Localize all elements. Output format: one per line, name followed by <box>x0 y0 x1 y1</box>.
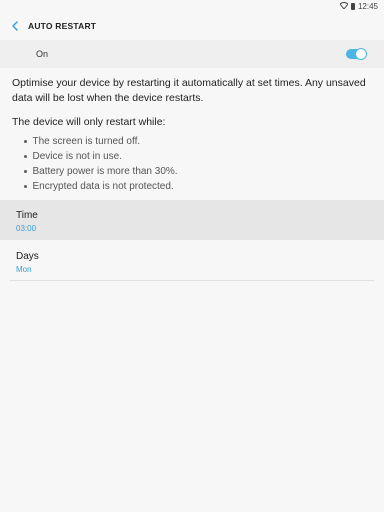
bullet-icon <box>24 155 27 158</box>
wifi-icon <box>339 1 349 11</box>
conditions-list: The screen is turned off. Device is not … <box>24 134 178 194</box>
master-switch-toggle[interactable] <box>346 48 367 60</box>
days-setting-label: Days <box>16 251 39 262</box>
divider <box>10 280 374 281</box>
master-switch-row[interactable]: On <box>0 40 384 68</box>
list-item: Device is not in use. <box>24 149 178 164</box>
bullet-icon <box>24 170 27 173</box>
master-switch-label: On <box>36 49 49 59</box>
list-item: The screen is turned off. <box>24 134 178 149</box>
condition-text: The screen is turned off. <box>32 136 141 147</box>
chevron-left-icon <box>12 21 18 31</box>
conditions-heading: The device will only restart while: <box>12 116 166 128</box>
time-setting[interactable]: Time 03:00 <box>0 200 384 240</box>
status-bar: 12:45 <box>0 0 384 12</box>
days-setting-value: Mon <box>16 265 32 274</box>
description-text: Optimise your device by restarting it au… <box>12 77 366 104</box>
page-title: AUTO RESTART <box>28 21 97 31</box>
condition-text: Encrypted data is not protected. <box>32 181 174 192</box>
condition-text: Device is not in use. <box>32 151 123 162</box>
bullet-icon <box>24 140 27 143</box>
time-setting-value: 03:00 <box>16 224 37 233</box>
days-setting[interactable]: Days Mon <box>0 241 384 281</box>
status-time: 12:45 <box>357 1 378 11</box>
condition-text: Battery power is more than 30%. <box>32 166 178 177</box>
app-bar: AUTO RESTART <box>0 12 384 40</box>
toggle-knob <box>355 48 367 60</box>
back-button[interactable] <box>8 19 22 33</box>
list-item: Battery power is more than 30%. <box>24 164 178 179</box>
battery-icon <box>350 2 355 10</box>
bullet-icon <box>24 185 27 188</box>
list-item: Encrypted data is not protected. <box>24 179 178 194</box>
time-setting-label: Time <box>16 210 38 221</box>
